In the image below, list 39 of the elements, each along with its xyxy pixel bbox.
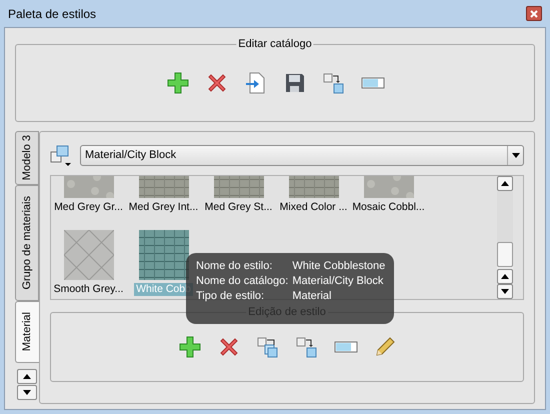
tooltip-key: Nome do estilo: (196, 259, 290, 274)
tooltip-key: Tipo de estilo: (196, 289, 290, 304)
style-label[interactable]: Med Grey Int... (126, 201, 200, 214)
catalog-picker-icon[interactable] (50, 144, 72, 166)
add-icon[interactable] (178, 335, 202, 359)
add-icon[interactable] (166, 71, 190, 95)
side-tab[interactable]: Grupo de materiais (15, 185, 39, 301)
import-icon[interactable] (244, 71, 268, 95)
tab-scroll-down-button[interactable] (17, 385, 37, 400)
down-arrow-icon (501, 289, 509, 294)
tooltip-value: White Cobblestone (292, 259, 386, 274)
style-label[interactable]: Smooth Grey... (52, 283, 126, 296)
scroll-thumb[interactable] (497, 242, 513, 267)
group-title: Editar catálogo (236, 37, 314, 51)
tooltip-key: Nome do catálogo: (196, 274, 290, 289)
window-title: Paleta de estilos (8, 6, 96, 22)
style-label[interactable]: Med Grey St... (202, 201, 274, 214)
up-arrow-icon (23, 374, 31, 379)
up-arrow-icon (501, 181, 509, 186)
style-label[interactable]: Mosaic Cobbl... (350, 201, 427, 214)
scroll-up-button[interactable] (497, 176, 513, 191)
scroll-down-button[interactable] (497, 284, 513, 299)
cube-copy-icon[interactable] (322, 71, 346, 95)
close-button[interactable] (526, 6, 542, 21)
down-arrow-icon (23, 390, 31, 395)
side-tab[interactable]: Modelo 3 (15, 131, 39, 185)
tooltip-value: Material/City Block (292, 274, 384, 289)
close-icon (530, 10, 538, 18)
style-label[interactable]: Mixed Color ... (278, 201, 350, 214)
up-arrow-icon (501, 274, 509, 279)
scroll-up-button[interactable] (497, 269, 513, 284)
catalog-dropdown[interactable]: Material/City Block (80, 144, 524, 166)
style-label[interactable]: Med Grey Gr... (52, 201, 125, 214)
cube-copy-icon[interactable] (294, 335, 318, 359)
side-tab[interactable]: Material (15, 301, 39, 363)
tooltip-value: Material (292, 289, 332, 304)
cube-duplicate-icon[interactable] (256, 335, 280, 359)
down-arrow-icon (512, 152, 520, 158)
tab-scroll-up-button[interactable] (17, 369, 37, 384)
